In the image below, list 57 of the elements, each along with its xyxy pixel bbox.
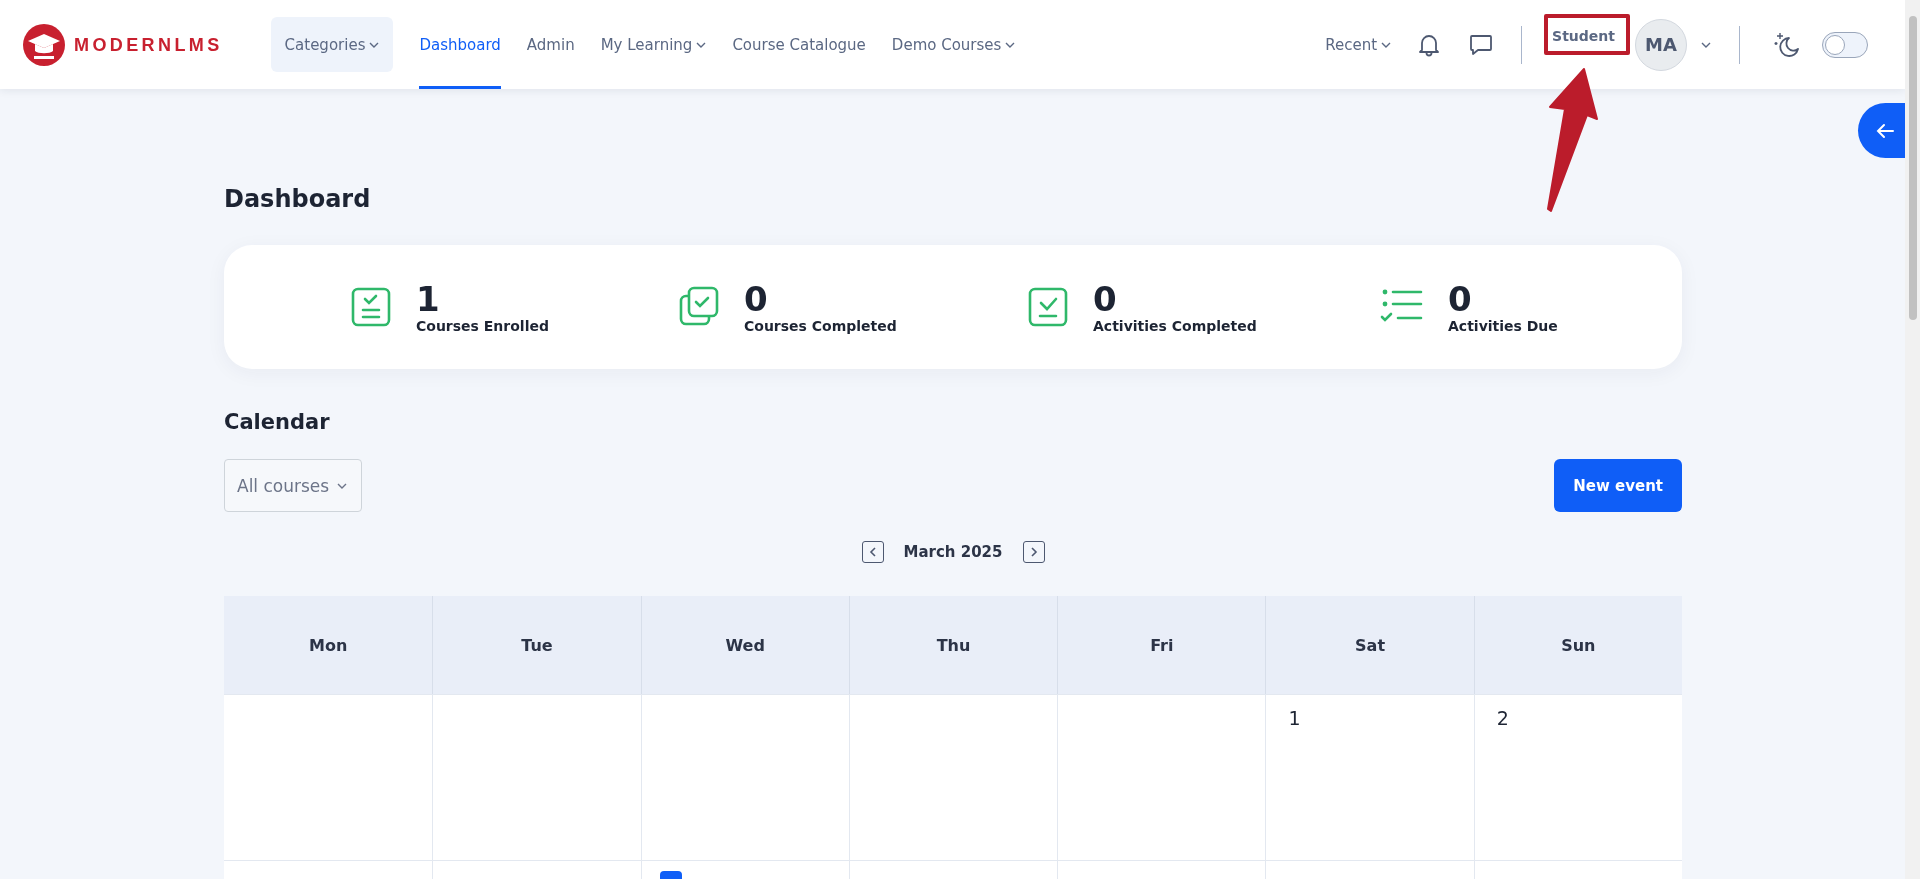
day-number[interactable]: 1 [1284, 705, 1305, 731]
weekday-header: Thu [848, 596, 1058, 694]
recent-menu[interactable]: Recent [1325, 35, 1392, 54]
stat-value: 0 [1093, 280, 1118, 318]
caret-icon [1701, 41, 1711, 48]
month-label: March 2025 [903, 543, 1003, 561]
calendar-cell[interactable] [1057, 694, 1266, 860]
new-event-button[interactable]: New event [1554, 459, 1682, 512]
page-title: Dashboard [224, 185, 372, 213]
caret-icon [337, 482, 348, 489]
calendar-cell[interactable] [640, 694, 849, 860]
stat-label: Activities Completed [1093, 318, 1257, 334]
scrollbar[interactable] [1905, 0, 1920, 879]
stat-value: 0 [1448, 280, 1473, 318]
previous-month-button[interactable] [861, 541, 884, 563]
checklist-icon [350, 286, 392, 328]
stat-label: Courses Completed [744, 318, 897, 334]
caret-icon [1381, 41, 1392, 48]
drawer-toggle-button[interactable] [1858, 103, 1905, 158]
chevron-right-icon [1029, 547, 1038, 557]
dark-mode-icon[interactable] [1774, 31, 1800, 58]
messages-icon[interactable] [1469, 33, 1494, 56]
role-label[interactable]: Student [1538, 28, 1629, 44]
weekday-header: Sat [1265, 596, 1474, 694]
stat-label: Activities Due [1448, 318, 1558, 334]
chevron-left-icon [868, 547, 877, 557]
stat-value: 1 [416, 280, 441, 318]
nav-link[interactable]: Demo Courses [881, 0, 1026, 89]
calendar-title: Calendar [224, 409, 331, 435]
calendar-cell[interactable]: 1 [1265, 694, 1474, 860]
calendar-cell[interactable] [848, 694, 1058, 860]
course-filter-dropdown[interactable]: All courses [224, 459, 362, 512]
graduation-cap-logo-icon [22, 22, 66, 67]
caret-icon [369, 41, 380, 48]
check-square-icon [1027, 286, 1069, 328]
next-month-button[interactable] [1022, 541, 1045, 563]
caret-icon [1005, 41, 1016, 48]
nav-link[interactable]: Categories [270, 17, 394, 72]
logo-text[interactable]: MODERNLMS [74, 33, 223, 56]
nav-link[interactable]: Dashboard [409, 0, 511, 89]
calendar-cell[interactable]: 2 [1473, 694, 1682, 860]
caret-icon [696, 41, 707, 48]
nav-link[interactable]: Admin [516, 0, 585, 89]
weekday-header: Fri [1057, 596, 1266, 694]
weekday-header: Tue [432, 596, 641, 694]
weekday-header: Sun [1473, 596, 1682, 694]
day-number[interactable]: 2 [1492, 705, 1513, 731]
stat-value: 0 [744, 280, 769, 318]
stat-label: Courses Enrolled [416, 318, 549, 334]
weekday-header: Mon [224, 596, 433, 694]
nav-link[interactable]: My Learning [590, 0, 717, 89]
arrow-left-icon [1875, 122, 1894, 139]
user-avatar[interactable]: MA [1635, 18, 1687, 71]
calendar-cell[interactable] [432, 694, 641, 860]
weekday-header: Wed [640, 596, 849, 694]
nav-link[interactable]: Course Catalogue [722, 0, 876, 89]
dark-mode-toggle[interactable] [1822, 31, 1868, 58]
